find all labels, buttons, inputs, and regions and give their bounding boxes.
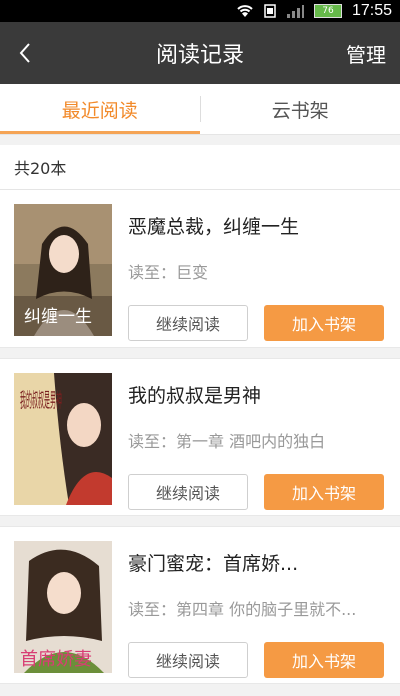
action-row: 继续阅读 加入书架 bbox=[128, 642, 386, 678]
book-cover[interactable]: 纠缠一生 bbox=[14, 204, 112, 336]
tab-recent-reading[interactable]: 最近阅读 bbox=[0, 84, 200, 134]
wifi-icon bbox=[236, 4, 254, 18]
svg-text:首席娇妻: 首席娇妻 bbox=[20, 649, 92, 670]
continue-reading-button[interactable]: 继续阅读 bbox=[128, 474, 248, 510]
add-to-shelf-button[interactable]: 加入书架 bbox=[264, 642, 384, 678]
signal-icon bbox=[286, 4, 304, 18]
book-title: 豪门蜜宠：首席娇... bbox=[128, 553, 299, 575]
title-bar: 阅读记录 管理 bbox=[0, 22, 400, 84]
chevron-left-icon bbox=[19, 43, 30, 63]
add-to-shelf-button[interactable]: 加入书架 bbox=[264, 305, 384, 341]
tab-bar: 最近阅读 云书架 bbox=[0, 84, 400, 135]
status-bar: 76 17:55 bbox=[0, 0, 400, 22]
book-title: 恶魔总裁，纠缠一生 bbox=[128, 216, 300, 238]
book-cover[interactable]: 我的叔叔是男神 bbox=[14, 373, 112, 505]
page-title: 阅读记录 bbox=[155, 43, 244, 68]
continue-reading-button[interactable]: 继续阅读 bbox=[128, 305, 248, 341]
sim-icon bbox=[264, 4, 276, 18]
action-row: 继续阅读 加入书架 bbox=[128, 305, 386, 341]
action-row: 继续阅读 加入书架 bbox=[128, 474, 386, 510]
clock: 17:55 bbox=[351, 2, 392, 19]
svg-text:我的叔叔是男神: 我的叔叔是男神 bbox=[20, 388, 62, 412]
tab-cloud-shelf[interactable]: 云书架 bbox=[201, 84, 400, 134]
book-count: 共20本 bbox=[0, 145, 400, 190]
back-button[interactable] bbox=[0, 22, 50, 84]
svg-text:纠缠一生: 纠缠一生 bbox=[24, 307, 92, 327]
book-title: 我的叔叔是男神 bbox=[128, 385, 262, 407]
list-item[interactable]: 首席娇妻 豪门蜜宠：首席娇... 读至：第四章 你的脑子里就不... 继续阅读 … bbox=[0, 526, 400, 684]
reading-progress: 读至：第一章 酒吧内的独白 bbox=[128, 432, 326, 451]
book-cover[interactable]: 首席娇妻 bbox=[14, 541, 112, 673]
add-to-shelf-button[interactable]: 加入书架 bbox=[264, 474, 384, 510]
reading-progress: 读至：第四章 你的脑子里就不... bbox=[128, 600, 357, 619]
list-item[interactable]: 纠缠一生 恶魔总裁，纠缠一生 读至：巨变 继续阅读 加入书架 bbox=[0, 190, 400, 348]
book-info: 恶魔总裁，纠缠一生 读至：巨变 继续阅读 加入书架 bbox=[112, 204, 386, 347]
book-info: 我的叔叔是男神 读至：第一章 酒吧内的独白 继续阅读 加入书架 bbox=[112, 373, 386, 515]
manage-button[interactable]: 管理 bbox=[346, 39, 400, 68]
battery-icon: 76 bbox=[313, 4, 342, 18]
list-item[interactable]: 我的叔叔是男神 我的叔叔是男神 读至：第一章 酒吧内的独白 继续阅读 加入书架 bbox=[0, 358, 400, 516]
book-list: 纠缠一生 恶魔总裁，纠缠一生 读至：巨变 继续阅读 加入书架 我的叔叔是男神 我… bbox=[0, 190, 400, 684]
reading-progress: 读至：巨变 bbox=[128, 263, 209, 282]
book-info: 豪门蜜宠：首席娇... 读至：第四章 你的脑子里就不... 继续阅读 加入书架 bbox=[112, 541, 386, 683]
continue-reading-button[interactable]: 继续阅读 bbox=[128, 642, 248, 678]
